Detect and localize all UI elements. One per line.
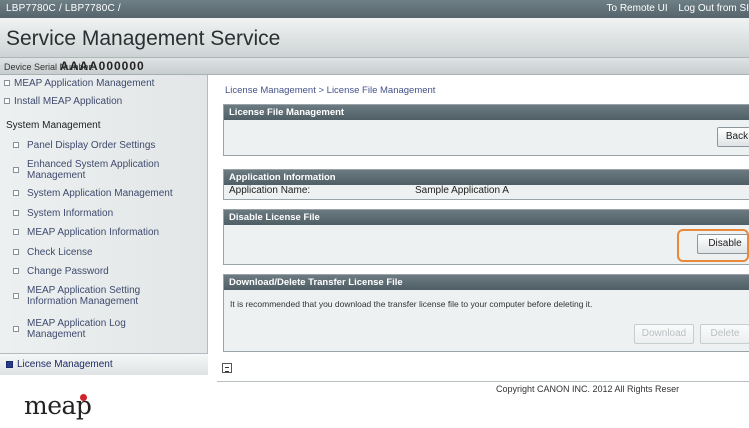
bullet-icon [13,268,19,274]
sidebar-item-check-license[interactable]: Check License [13,247,93,258]
breadcrumb: License Management > License File Manage… [225,85,436,96]
sidebar-item-label: Change Password [27,266,109,277]
page-title: Service Management Service [6,27,281,50]
sidebar-item-label: License Management [17,359,113,370]
sidebar-item-license-management[interactable]: License Management [0,353,208,375]
top-links: To Remote UI Log Out from SI [598,3,749,14]
top-bar: LBP7780C / LBP7780C / To Remote UI Log O… [0,0,749,18]
transfer-note: It is recommended that you download the … [230,299,593,309]
serial-value: AAAA000000 [60,59,145,73]
sidebar-item-enhanced-system-app[interactable]: Enhanced System Application Management [13,159,198,181]
panel-title: License File Management [224,105,749,120]
sidebar-item-label: MEAP Application Setting Information Man… [27,285,141,307]
disable-license-panel: Disable License File Disable [223,209,749,265]
sidebar-item-label: Check License [27,247,93,258]
bullet-icon [4,98,10,104]
sidebar-item-system-information[interactable]: System Information [13,208,113,219]
sidebar: MEAP Application Management Install MEAP… [0,75,208,375]
back-button[interactable]: Back [717,127,749,147]
sidebar-item-change-password[interactable]: Change Password [13,266,109,277]
sidebar-item-system-app-management[interactable]: System Application Management [13,188,173,199]
logout-link[interactable]: Log Out from SI [678,3,749,14]
application-name-row: Application Name: Sample Application A [229,185,509,196]
delete-button[interactable]: Delete [700,324,749,344]
bullet-icon [13,249,19,255]
sidebar-item-meap-log-management[interactable]: MEAP Application Log Management [13,318,183,340]
sidebar-item-label: MEAP Application Log Management [27,318,126,340]
transfer-license-panel: Download/Delete Transfer License File It… [223,274,749,352]
sidebar-section-heading: System Management [6,120,101,131]
meap-logo: meap [24,391,98,420]
bullet-icon [13,210,19,216]
sidebar-item-label: Install MEAP Application [14,96,123,107]
bullet-icon [13,167,19,173]
divider [217,381,749,382]
remote-ui-link[interactable]: To Remote UI [606,3,667,14]
sidebar-item-label: System Application Management [27,188,173,199]
application-name-value: Sample Application A [415,185,509,196]
bullet-icon [6,361,13,368]
sidebar-item-meap-setting-info[interactable]: MEAP Application Setting Information Man… [13,285,193,307]
device-path: LBP7780C / LBP7780C / [6,3,121,14]
disable-button-highlight [677,229,749,262]
main-content: License Management > License File Manage… [209,75,749,382]
sidebar-item-label: MEAP Application Management [14,78,155,89]
sidebar-item-panel-display-order[interactable]: Panel Display Order Settings [13,140,155,151]
page-header: Service Management Service [0,18,749,58]
application-name-label: Application Name: [229,185,311,196]
panel-title: Download/Delete Transfer License File [224,275,749,290]
sidebar-item-meap-app-information[interactable]: MEAP Application Information [13,227,159,238]
copyright-text: Copyright CANON INC. 2012 All Rights Res… [496,384,680,394]
bullet-icon [13,293,19,299]
panel-title: Disable License File [224,210,749,225]
collapse-icon[interactable] [222,363,232,373]
bullet-icon [13,142,19,148]
sidebar-item-label: Enhanced System Application Management [27,159,160,181]
bullet-icon [13,326,19,332]
download-button[interactable]: Download [634,324,694,344]
application-info-panel: Application Information Application Name… [223,169,749,200]
bullet-icon [13,229,19,235]
sidebar-item-label: Panel Display Order Settings [27,140,156,151]
serial-bar: Device Serial Number: AAAA000000 [0,58,749,75]
bullet-icon [4,80,10,86]
sidebar-item-install-meap[interactable]: Install MEAP Application [4,96,122,107]
sidebar-item-meap-app-management[interactable]: MEAP Application Management [4,78,154,89]
bullet-icon [13,190,19,196]
license-file-panel: License File Management Back [223,104,749,156]
panel-title: Application Information [224,170,749,185]
sidebar-item-label: MEAP Application Information [27,227,160,238]
sidebar-item-label: System Information [27,208,114,219]
